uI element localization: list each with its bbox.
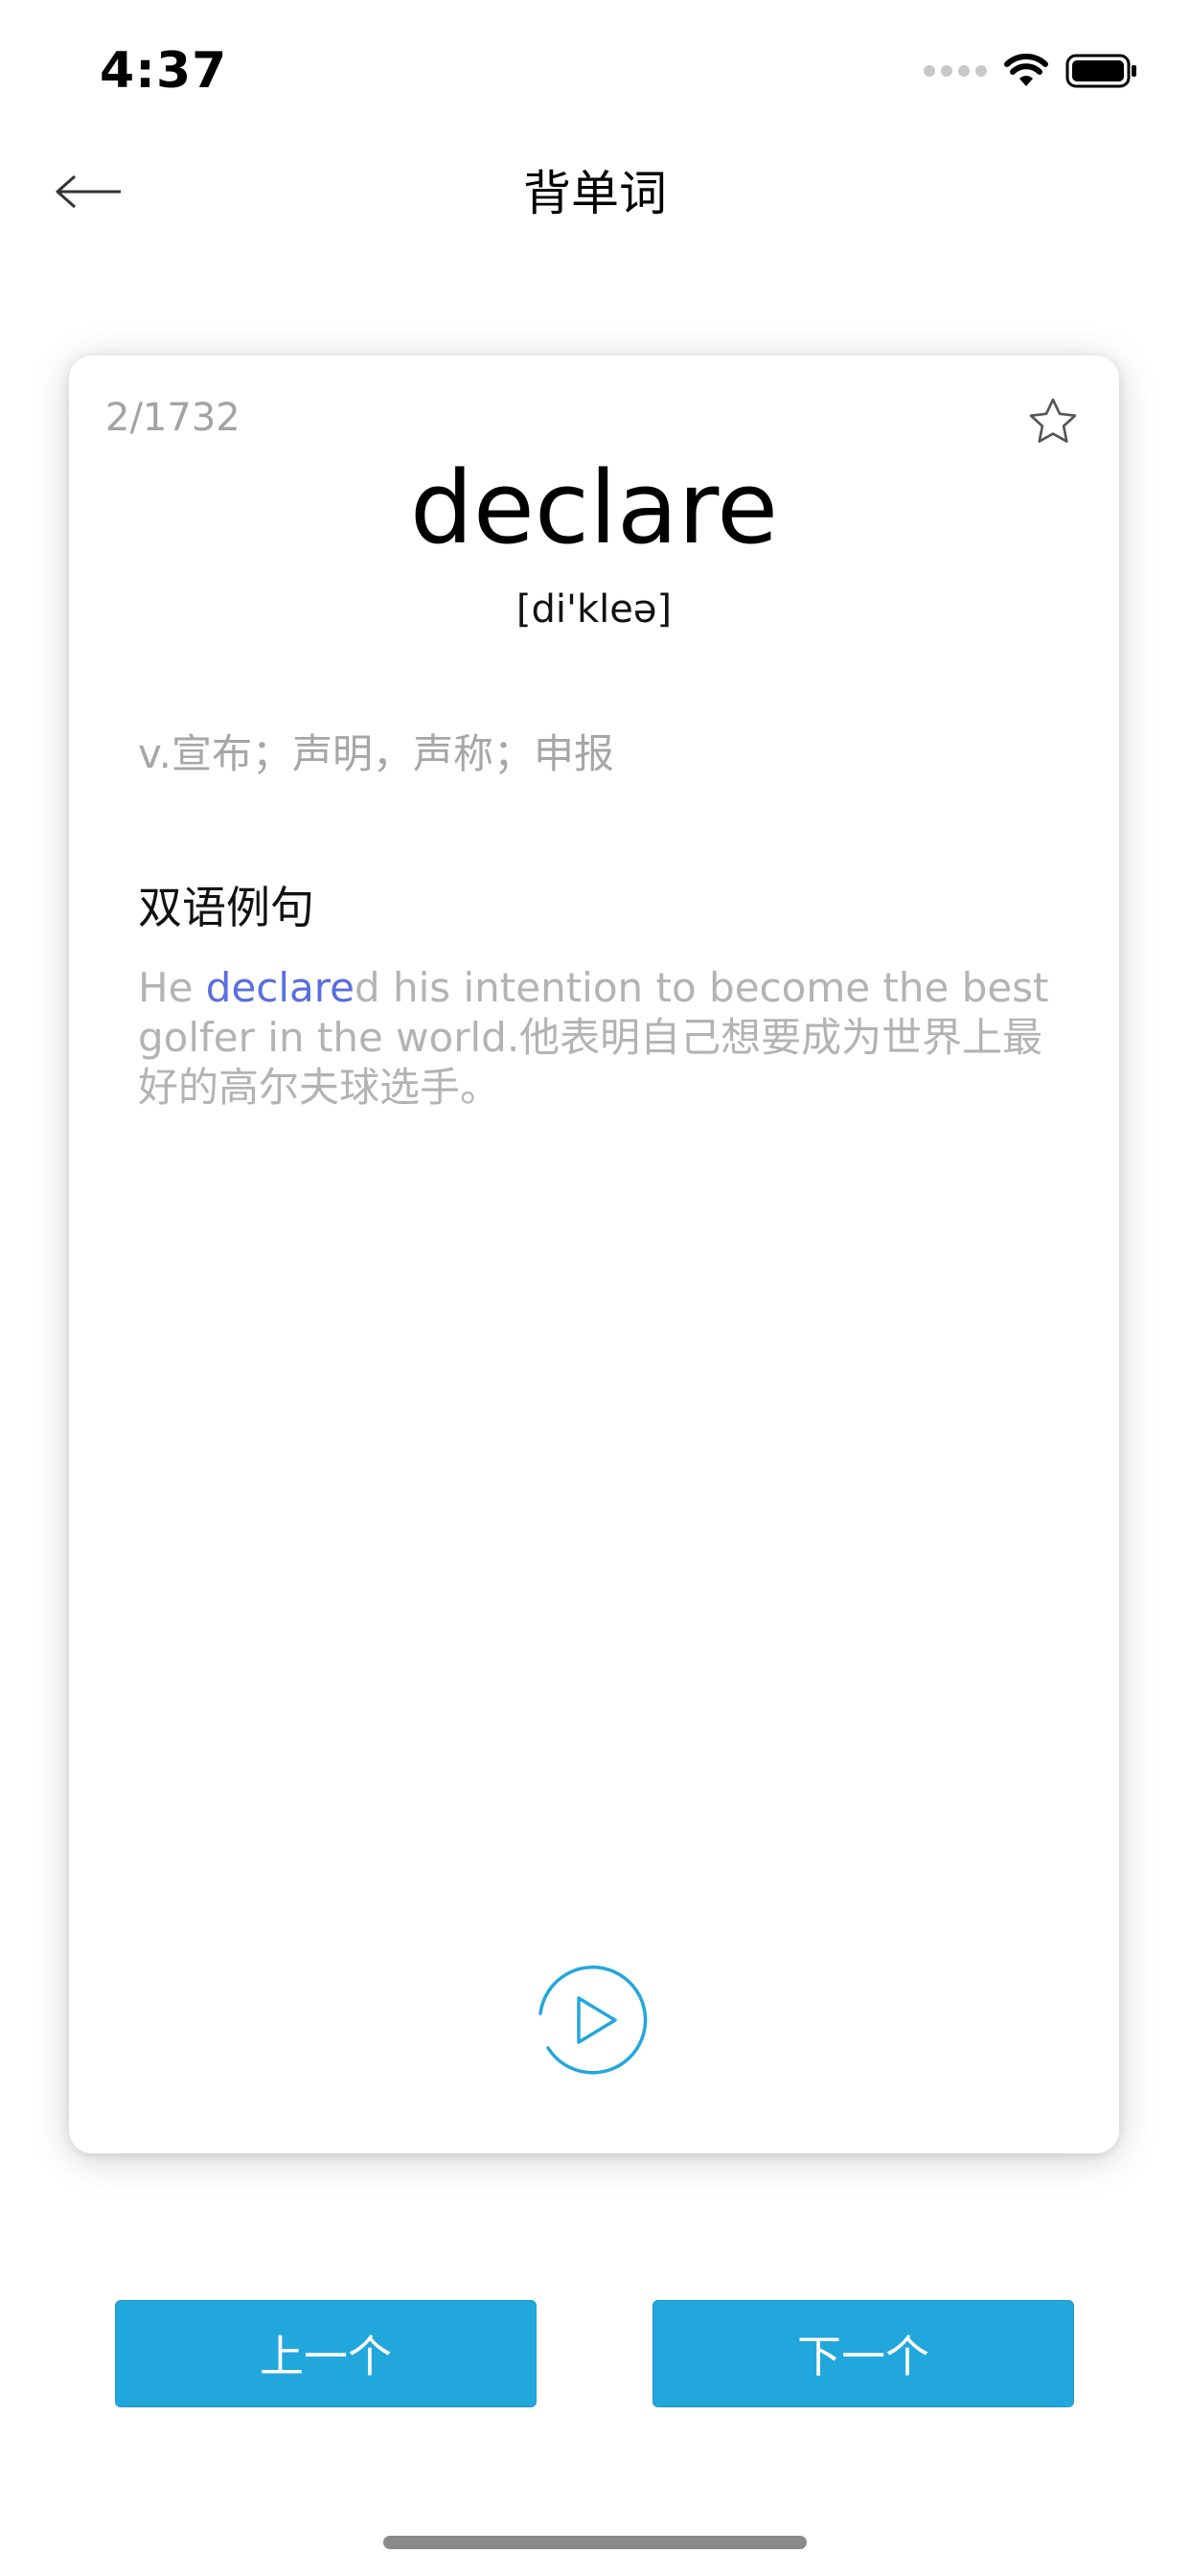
cellular-signal-icon [924,65,987,77]
word-card: 2/1732 declare [di'kleə] v.宣布；声明，声称；申报 双… [69,356,1119,2153]
battery-icon [1065,54,1136,88]
examples-heading: 双语例句 [138,882,314,933]
example-prefix: He [138,964,206,1011]
wifi-icon [1004,54,1048,86]
status-icons [924,52,1138,90]
previous-button[interactable]: 上一个 [115,2300,537,2407]
star-outline-icon [1029,398,1077,443]
home-indicator[interactable] [383,2536,807,2549]
phonetic: [di'kleə] [515,587,673,632]
status-time: 4:37 [100,42,228,100]
definition: v.宣布；声明，声称；申报 [138,730,614,777]
example-sentence: He declared his intention to become the … [138,963,1058,1113]
play-audio-button[interactable] [529,1956,657,2084]
next-button[interactable]: 下一个 [652,2300,1074,2407]
example-highlight: declare [205,964,355,1011]
progress-counter: 2/1732 [105,396,240,440]
screen: 4:37 背单词 2/1732 declare [di'kleə] v.宣布；声… [0,0,1190,2576]
word-title: declare [409,449,779,566]
page-title: 背单词 [523,166,667,221]
play-circle-icon [538,1966,648,2075]
favorite-button[interactable] [1025,394,1081,449]
